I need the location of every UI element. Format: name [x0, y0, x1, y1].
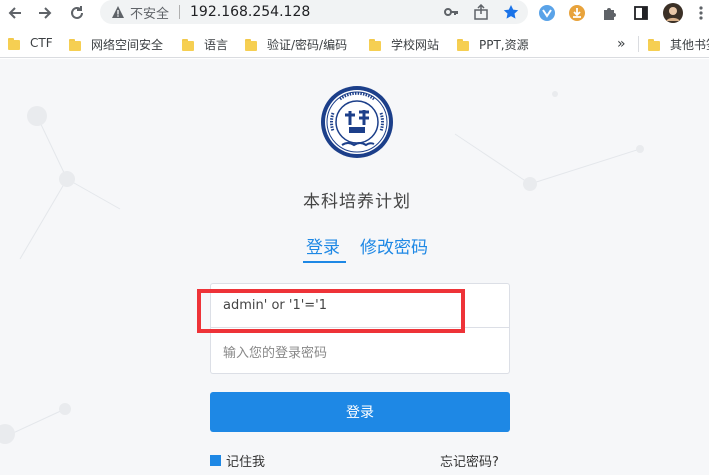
bookmark-label: CTF — [30, 36, 53, 50]
bookmark-label: 验证/密码/编码 — [267, 38, 348, 52]
folder-icon — [369, 38, 382, 51]
menu-icon[interactable] — [690, 2, 709, 24]
reload-button[interactable] — [66, 2, 88, 24]
back-button[interactable] — [4, 2, 26, 24]
profile-avatar[interactable] — [662, 2, 684, 24]
login-button[interactable]: 登录 — [210, 392, 510, 432]
share-icon[interactable] — [472, 3, 490, 21]
bookmark-ppt[interactable]: PPT,资源 — [457, 36, 529, 53]
red-annotation-box — [197, 289, 465, 333]
arrow-left-icon — [8, 7, 21, 19]
password-input[interactable]: 输入您的登录密码 — [210, 328, 510, 374]
reload-icon — [71, 6, 83, 19]
active-tab-indicator — [303, 261, 346, 263]
forward-button[interactable] — [34, 2, 56, 24]
password-placeholder: 输入您的登录密码 — [223, 346, 328, 361]
remember-me[interactable]: 记住我 — [210, 451, 265, 470]
bookmark-ctf[interactable]: CTF — [8, 36, 53, 50]
star-icon[interactable] — [502, 3, 520, 21]
bookmark-encoding[interactable]: 验证/密码/编码 — [245, 36, 347, 53]
tab-change-password[interactable]: 修改密码 — [360, 233, 428, 258]
download-icon[interactable] — [566, 2, 588, 24]
tab-login[interactable]: 登录 — [306, 233, 340, 258]
bookmarks-divider — [638, 36, 639, 52]
key-icon[interactable] — [442, 3, 460, 21]
bookmark-label: 网络空间安全 — [91, 38, 164, 52]
bookmarks-overflow-button[interactable]: » — [617, 36, 626, 52]
bookmark-label: 学校网站 — [391, 38, 440, 52]
url-text[interactable]: 192.168.254.128 — [190, 4, 310, 20]
bookmark-label: PPT,资源 — [479, 38, 529, 52]
bookmark-label: 语言 — [204, 38, 229, 52]
site-title: 本科培养计划 — [303, 192, 411, 212]
insecure-label[interactable]: 不安全 — [130, 3, 169, 22]
bookmark-label: 其他书签 — [670, 38, 709, 52]
omnibox-separator — [179, 5, 181, 19]
bookmarks-bar: CTF 网络空间安全 语言 验证/密码/编码 学校网站 PPT,资源 » 其他书… — [0, 28, 709, 58]
folder-icon — [182, 38, 195, 51]
remember-label: 记住我 — [226, 455, 266, 470]
arrow-right-icon — [39, 7, 52, 19]
browser-toolbar: 不安全 192.168.254.128 — [0, 0, 709, 28]
extension-icon[interactable] — [536, 2, 558, 24]
bookmark-school[interactable]: 学校网站 — [369, 36, 439, 53]
puzzle-icon[interactable] — [598, 2, 620, 24]
folder-icon — [648, 38, 661, 51]
folder-icon — [245, 38, 258, 51]
warning-icon[interactable] — [110, 4, 126, 20]
remember-checkbox[interactable] — [210, 455, 221, 466]
other-bookmarks[interactable]: 其他书签 — [648, 36, 709, 53]
login-page: 本科培养计划 登录 修改密码 admin' or '1'='1 输入您的登录密码… — [0, 59, 709, 475]
folder-icon — [69, 38, 82, 51]
bookmark-language[interactable]: 语言 — [182, 36, 228, 53]
address-bar[interactable]: 不安全 192.168.254.128 — [100, 0, 528, 24]
sidepanel-icon[interactable] — [630, 2, 652, 24]
folder-icon — [457, 38, 470, 51]
forgot-password-link[interactable]: 忘记密码? — [440, 451, 499, 470]
folder-icon — [8, 37, 21, 50]
university-logo — [321, 86, 393, 158]
bookmark-cybersecurity[interactable]: 网络空间安全 — [69, 36, 163, 53]
